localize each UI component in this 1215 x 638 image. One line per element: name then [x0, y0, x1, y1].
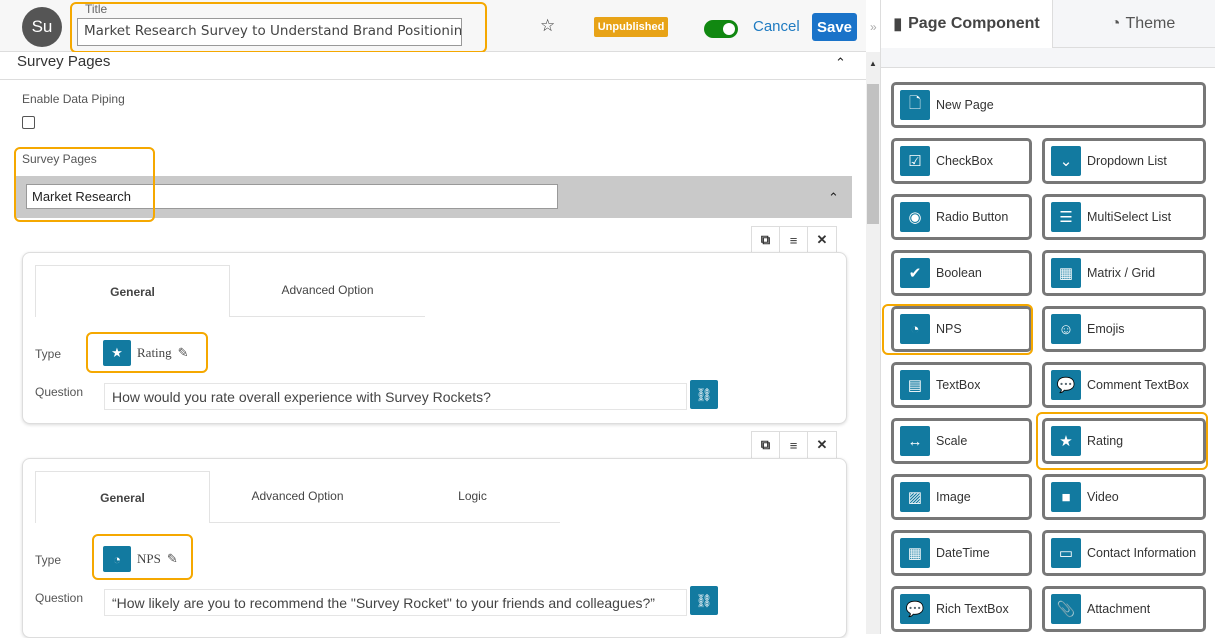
tab-logic[interactable]: Logic: [385, 470, 560, 522]
file-icon: ▮: [893, 16, 903, 33]
radio-icon: ◉: [900, 202, 930, 232]
calendar-icon: ▦: [900, 538, 930, 568]
tab-theme[interactable]: ◔ Theme: [1052, 0, 1215, 48]
page-name-input[interactable]: Market Research: [26, 184, 558, 209]
component-new-page[interactable]: 🗋 New Page: [891, 82, 1206, 128]
paperclip-icon: 📎: [1051, 594, 1081, 624]
component-multiselect-list[interactable]: ☰ MultiSelect List: [1042, 194, 1206, 240]
star-icon: ★: [103, 340, 131, 366]
component-datetime[interactable]: ▦ DateTime: [891, 530, 1032, 576]
component-boolean[interactable]: ✔ Boolean: [891, 250, 1032, 296]
file-icon: 🗋: [900, 90, 930, 120]
component-checkbox[interactable]: ☑ CheckBox: [891, 138, 1032, 184]
check-icon: ✔: [900, 258, 930, 288]
dashboard-icon: ◔: [1110, 14, 1121, 32]
copy-icon[interactable]: ⧉: [752, 432, 780, 458]
list-icon: ☰: [1051, 202, 1081, 232]
file-text-icon: ▤: [900, 370, 930, 400]
question-type[interactable]: ◔ NPS ✎: [103, 546, 178, 572]
component-image[interactable]: ▨ Image: [891, 474, 1032, 520]
link-icon[interactable]: ⛓: [690, 380, 718, 409]
contact-card-icon: ▭: [1051, 538, 1081, 568]
scroll-up-icon[interactable]: ▲: [869, 59, 877, 68]
favorite-star-icon[interactable]: ☆: [540, 16, 555, 36]
enable-piping-label: Enable Data Piping: [22, 92, 125, 106]
publish-toggle[interactable]: [704, 20, 738, 38]
section-title: Survey Pages: [17, 53, 111, 70]
scrollbar-thumb[interactable]: [867, 84, 879, 224]
type-label: Type: [35, 347, 62, 361]
tab-general[interactable]: General: [35, 471, 210, 523]
close-icon[interactable]: ✕: [808, 432, 836, 458]
comment-icon: 💬: [1051, 370, 1081, 400]
title-label: Title: [85, 2, 108, 16]
component-matrix-grid[interactable]: ▦ Matrix / Grid: [1042, 250, 1206, 296]
question-type[interactable]: ★ Rating ✎: [103, 340, 189, 366]
avatar[interactable]: Su: [22, 7, 62, 47]
cancel-button[interactable]: Cancel: [753, 18, 800, 35]
component-rich-textbox[interactable]: 💬 Rich TextBox: [891, 586, 1032, 632]
chevron-down-icon: ⌄: [1051, 146, 1081, 176]
grid-icon: ▦: [1051, 258, 1081, 288]
title-input[interactable]: Market Research Survey to Understand Bra…: [77, 18, 462, 46]
save-button[interactable]: Save: [812, 13, 857, 41]
link-icon[interactable]: ⛓: [690, 586, 718, 615]
expand-panel-icon[interactable]: »: [870, 20, 877, 34]
question-label: Question: [35, 591, 84, 605]
question-label: Question: [35, 385, 84, 399]
collapse-chevron-icon[interactable]: ⌃: [835, 55, 846, 71]
copy-icon[interactable]: ⧉: [752, 227, 780, 253]
close-icon[interactable]: ✕: [808, 227, 836, 253]
component-attachment[interactable]: 📎 Attachment: [1042, 586, 1206, 632]
question-tools: ⧉ ≡ ✕: [751, 226, 837, 254]
smile-icon: ☺: [1051, 314, 1081, 344]
component-dropdown-list[interactable]: ⌄ Dropdown List: [1042, 138, 1206, 184]
dashboard-icon: ◔: [900, 314, 930, 344]
star-icon: ★: [1051, 426, 1081, 456]
tab-page-component[interactable]: ▮ Page Component: [881, 0, 1052, 48]
tab-advanced-option[interactable]: Advanced Option: [230, 264, 425, 316]
video-icon: ■: [1051, 482, 1081, 512]
component-textbox[interactable]: ▤ TextBox: [891, 362, 1032, 408]
status-badge: Unpublished: [594, 17, 668, 37]
component-scale[interactable]: ↔ Scale: [891, 418, 1032, 464]
component-comment-textbox[interactable]: 💬 Comment TextBox: [1042, 362, 1206, 408]
component-video[interactable]: ■ Video: [1042, 474, 1206, 520]
pencil-icon[interactable]: ✎: [167, 551, 178, 567]
section-header[interactable]: [0, 52, 866, 80]
survey-pages-label: Survey Pages: [22, 152, 97, 166]
arrows-h-icon: ↔: [900, 426, 930, 456]
component-rating[interactable]: ★ Rating: [1042, 418, 1206, 464]
scrollbar[interactable]: ▲: [866, 52, 880, 634]
dashboard-icon: ◔: [103, 546, 131, 572]
menu-icon[interactable]: ≡: [780, 432, 808, 458]
menu-icon[interactable]: ≡: [780, 227, 808, 253]
component-contact-information[interactable]: ▭ Contact Information: [1042, 530, 1206, 576]
checkbox-icon: ☑: [900, 146, 930, 176]
comment-icon: 💬: [900, 594, 930, 624]
image-icon: ▨: [900, 482, 930, 512]
right-panel: ▮ Page Component ◔ Theme 🗋 New Page ☑ CheckB…: [880, 0, 1215, 634]
question-input[interactable]: How would you rate overall experience wi…: [104, 383, 687, 410]
question-input[interactable]: “How likely are you to recommend the "Su…: [104, 589, 687, 616]
component-emojis[interactable]: ☺ Emojis: [1042, 306, 1206, 352]
pencil-icon[interactable]: ✎: [178, 345, 189, 361]
tab-advanced-option[interactable]: Advanced Option: [210, 470, 385, 522]
tab-general[interactable]: General: [35, 265, 230, 317]
page-collapse-chevron-icon[interactable]: ⌃: [828, 190, 839, 206]
type-label: Type: [35, 553, 62, 567]
question-tools: ⧉ ≡ ✕: [751, 431, 837, 459]
component-radio-button[interactable]: ◉ Radio Button: [891, 194, 1032, 240]
component-nps[interactable]: ◔ NPS: [891, 306, 1032, 352]
enable-piping-checkbox[interactable]: [22, 116, 35, 129]
